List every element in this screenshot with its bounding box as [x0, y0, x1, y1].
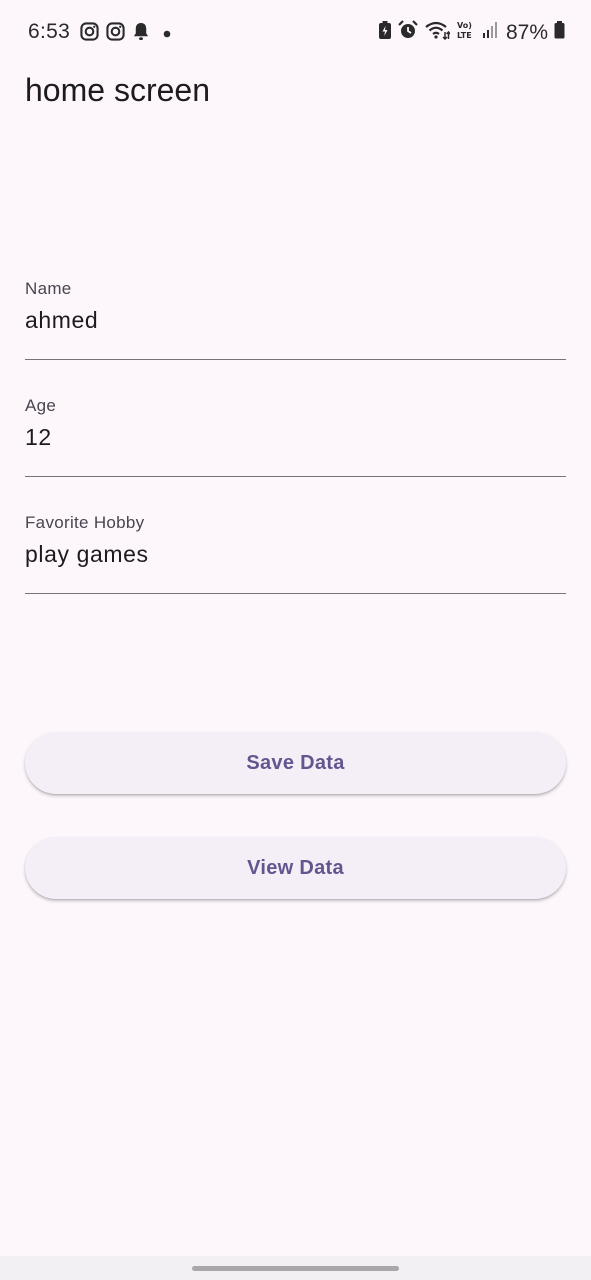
name-field-label: Name: [25, 279, 72, 298]
volte-icon: Vo) LTE: [456, 20, 476, 45]
age-field-value[interactable]: 12: [25, 424, 52, 451]
favorite-hobby-field-label: Favorite Hobby: [25, 513, 145, 532]
status-left-icons: [80, 22, 171, 46]
notification-bell-icon: [132, 22, 150, 46]
favorite-hobby-field-value[interactable]: play games: [25, 541, 149, 568]
svg-text:LTE: LTE: [457, 31, 472, 40]
favorite-hobby-field[interactable]: Favorite Hobby play games: [25, 513, 566, 594]
wifi-icon: [424, 20, 451, 45]
status-right-icons: Vo) LTE 87%: [378, 20, 565, 45]
navigation-bar: [0, 1256, 591, 1280]
battery-saver-icon: [378, 20, 392, 45]
status-bar: 6:53 Vo) LTE 87%: [0, 0, 591, 64]
name-field[interactable]: Name ahmed: [25, 279, 566, 360]
signal-icon: [482, 21, 500, 44]
age-field-label: Age: [25, 396, 57, 415]
battery-icon: [554, 21, 565, 44]
svg-text:Vo): Vo): [457, 21, 472, 30]
instagram-icon: [106, 22, 125, 46]
view-data-button[interactable]: View Data: [25, 837, 566, 899]
instagram-icon: [80, 22, 99, 46]
page-title: home screen: [25, 72, 210, 108]
name-field-value[interactable]: ahmed: [25, 307, 98, 334]
save-data-button[interactable]: Save Data: [25, 732, 566, 794]
alarm-icon: [398, 20, 418, 45]
battery-percentage: 87%: [505, 20, 548, 44]
age-field[interactable]: Age 12: [25, 396, 566, 477]
gesture-handle[interactable]: [192, 1266, 399, 1271]
status-time: 6:53: [28, 20, 71, 43]
dot-icon: [163, 25, 171, 43]
